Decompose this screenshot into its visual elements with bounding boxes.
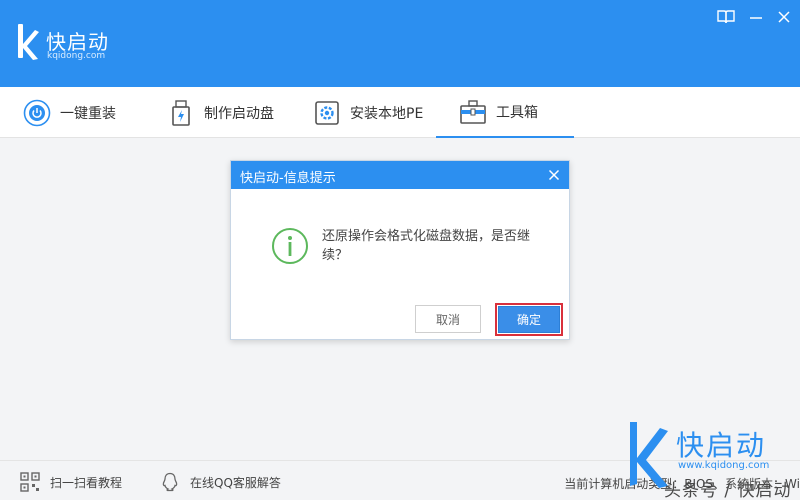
- qr-code-icon: [20, 472, 40, 492]
- watermark-title: 快启动: [676, 429, 767, 462]
- tab-toolbox[interactable]: 工具箱: [436, 87, 574, 138]
- cancel-button[interactable]: 取消: [415, 305, 481, 333]
- toolbox-icon: [458, 97, 488, 127]
- qq-support-label: 在线QQ客服解答: [190, 475, 281, 490]
- tab-label: 工具箱: [496, 104, 538, 121]
- tab-install-local-pe[interactable]: 安装本地PE: [312, 87, 423, 138]
- watermark-url: www.kqidong.com: [678, 460, 770, 471]
- usb-drive-icon: [166, 98, 196, 128]
- tab-label: 制作启动盘: [204, 105, 274, 122]
- dialog-message: 还原操作会格式化磁盘数据，是否继续？: [322, 229, 531, 263]
- watermark-credit: 头条号 / 快启动: [664, 481, 792, 500]
- info-dialog: 快启动-信息提示 还原操作会格式化磁盘数据，是否继续？ 取消 确定: [230, 160, 570, 340]
- book-icon: [717, 10, 735, 24]
- main-tabbar: 一键重装 制作启动盘 安装本地PE 工具箱: [0, 87, 800, 138]
- qq-support-link[interactable]: 在线QQ客服解答: [160, 472, 281, 492]
- dialog-title: 快启动-信息提示: [240, 171, 336, 186]
- app-header: 快启动 kqidong.com: [0, 0, 800, 87]
- close-window-button[interactable]: [774, 8, 794, 26]
- tab-one-key-reinstall[interactable]: 一键重装: [22, 87, 116, 138]
- tab-label: 一键重装: [60, 105, 116, 122]
- minimize-button[interactable]: [746, 8, 766, 26]
- info-icon: [272, 228, 308, 264]
- tab-label: 安装本地PE: [350, 105, 424, 122]
- close-icon: [778, 11, 790, 23]
- ok-button[interactable]: 确定: [498, 306, 560, 333]
- logo-subtitle: kqidong.com: [47, 51, 106, 61]
- scan-tutorial-link[interactable]: 扫一扫看教程: [20, 472, 123, 492]
- gear-disk-icon: [312, 98, 342, 128]
- ok-button-highlight: 确定: [495, 303, 563, 336]
- qq-penguin-icon: [160, 472, 180, 492]
- help-book-button[interactable]: [716, 8, 736, 26]
- dialog-titlebar[interactable]: 快启动-信息提示: [231, 161, 569, 189]
- scan-tutorial-label: 扫一扫看教程: [50, 475, 123, 490]
- watermark: 快启动 www.kqidong.com 头条号 / 快启动: [622, 418, 800, 500]
- tab-make-boot-disk[interactable]: 制作启动盘: [166, 87, 274, 138]
- minimize-icon: [750, 17, 762, 19]
- dialog-close-icon[interactable]: [547, 168, 561, 182]
- power-icon: [22, 98, 52, 128]
- app-logo: 快启动 kqidong.com: [16, 22, 136, 66]
- logo-k-icon: [18, 24, 39, 60]
